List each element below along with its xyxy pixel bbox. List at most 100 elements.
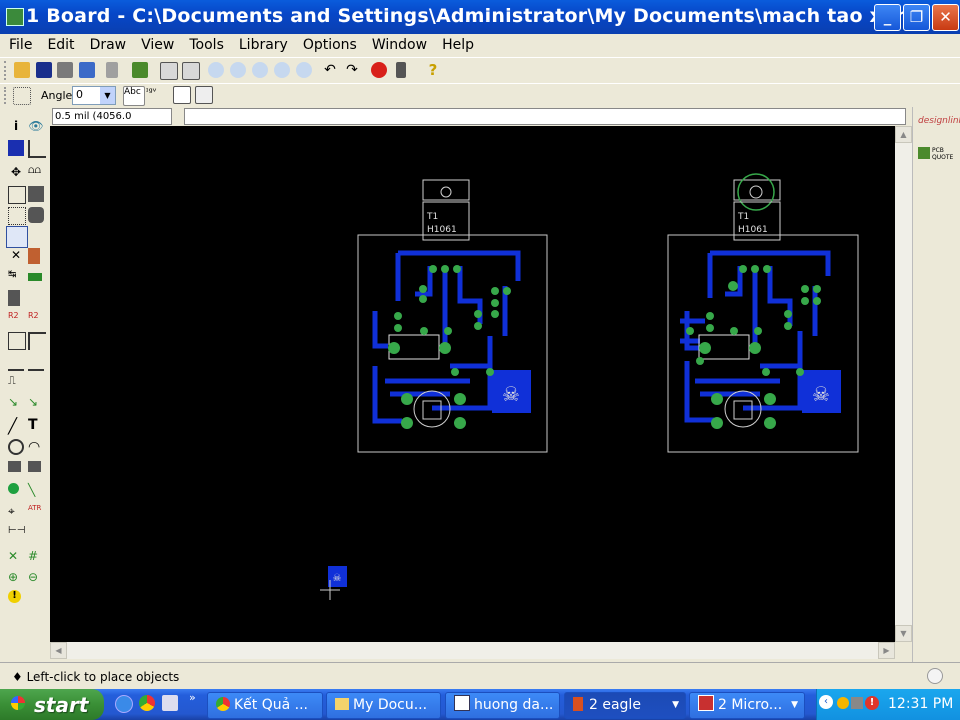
scr-icon[interactable]: [160, 62, 178, 80]
copy-icon[interactable]: ⩍⩍: [28, 165, 44, 181]
app-icon[interactable]: [6, 8, 24, 26]
task-microsoft[interactable]: 2 Micro... ▼: [689, 692, 805, 719]
go-icon[interactable]: [396, 62, 406, 78]
menu-draw[interactable]: Draw: [81, 34, 133, 53]
layout-left-icon[interactable]: [173, 86, 191, 104]
grid-icon[interactable]: [13, 87, 31, 105]
mark-icon[interactable]: [28, 140, 46, 158]
ie-icon[interactable]: [115, 695, 133, 713]
menu-edit[interactable]: Edit: [38, 34, 80, 53]
name-icon[interactable]: R2: [8, 311, 24, 327]
rect-icon[interactable]: [8, 461, 21, 472]
toolbar-grip[interactable]: [4, 87, 10, 104]
move-icon[interactable]: ✥: [8, 165, 24, 181]
help-icon[interactable]: ?: [425, 62, 441, 78]
pointer-tool-active[interactable]: [6, 226, 28, 248]
mirror-text-icon[interactable]: Abc: [123, 86, 145, 106]
stop-icon[interactable]: [371, 62, 387, 78]
task-eagle[interactable]: 2 eagle ▼: [564, 692, 686, 719]
group-icon[interactable]: [8, 207, 26, 225]
toolbar-grip[interactable]: [4, 61, 10, 80]
task-word[interactable]: huong da...: [445, 692, 560, 719]
smash-icon[interactable]: [8, 332, 26, 350]
clock[interactable]: 12:31 PM: [888, 696, 953, 712]
ulp-icon[interactable]: [182, 62, 200, 80]
pinswap-icon[interactable]: ↹: [8, 269, 24, 285]
attribute-icon[interactable]: ATR: [28, 504, 44, 520]
dimension-icon[interactable]: ⊢⊣: [8, 525, 25, 541]
mirror-icon[interactable]: [8, 186, 26, 204]
design-link-button[interactable]: designlink: [918, 117, 960, 126]
rotate-icon[interactable]: [28, 186, 44, 202]
command-input[interactable]: [184, 108, 906, 125]
circle-icon[interactable]: [8, 439, 24, 455]
value-icon[interactable]: R2: [28, 311, 44, 327]
polygon-icon[interactable]: [28, 461, 41, 472]
cam-icon[interactable]: [79, 62, 95, 78]
zoom-in-icon[interactable]: [230, 62, 246, 78]
save-icon[interactable]: [36, 62, 52, 78]
close-button[interactable]: ✕: [932, 4, 959, 31]
layout-right-icon[interactable]: [195, 86, 213, 104]
quicklaunch-icon[interactable]: [162, 695, 178, 711]
chrome-icon[interactable]: [139, 695, 155, 711]
title-bar[interactable]: 1 Board - C:\Documents and Settings\Admi…: [0, 0, 960, 34]
tray-smiley-icon[interactable]: [837, 697, 849, 709]
redraw-icon[interactable]: [274, 62, 290, 78]
horizontal-scrollbar[interactable]: ◀ ▶: [50, 642, 895, 659]
info-icon[interactable]: i: [8, 119, 24, 135]
ratsnest-icon[interactable]: ✕: [8, 549, 24, 565]
via-icon[interactable]: [8, 483, 19, 494]
board-canvas[interactable]: T1 H1061 ☠ T1 H1061 ☠ ☠: [50, 126, 895, 642]
menu-window[interactable]: Window: [363, 34, 433, 53]
menu-view[interactable]: View: [132, 34, 180, 53]
script-icon[interactable]: [106, 62, 118, 78]
spin-text-icon[interactable]: ᶦᵍᵛ: [146, 87, 162, 103]
menu-tools[interactable]: Tools: [180, 34, 230, 53]
angle-select[interactable]: 0 ▼: [72, 86, 116, 105]
tray-network-icon[interactable]: [851, 697, 863, 709]
scroll-up-icon[interactable]: ▲: [895, 126, 912, 143]
vertical-scrollbar[interactable]: ▲ ▼: [895, 126, 912, 642]
show-icon[interactable]: 👁: [28, 119, 44, 135]
pcb-quote-label[interactable]: PCB QUOTE: [932, 147, 957, 161]
menu-help[interactable]: Help: [433, 34, 480, 53]
hole-icon[interactable]: ⌖: [8, 504, 24, 520]
tray-expand-icon[interactable]: ‹: [819, 695, 833, 709]
tray-alert-icon[interactable]: !: [865, 696, 879, 710]
miter-icon[interactable]: [28, 332, 46, 350]
lock-icon[interactable]: [8, 290, 20, 306]
print-icon[interactable]: [57, 62, 73, 78]
menu-options[interactable]: Options: [294, 34, 363, 53]
wire-icon[interactable]: ╱: [8, 417, 24, 435]
errors-icon[interactable]: !: [8, 590, 21, 603]
chevron-icon[interactable]: »: [189, 691, 196, 704]
zoom-select-icon[interactable]: [296, 62, 312, 78]
scroll-down-icon[interactable]: ▼: [895, 625, 912, 642]
replace-icon[interactable]: [28, 273, 42, 281]
optimize-icon[interactable]: [28, 353, 44, 371]
start-button[interactable]: start: [0, 689, 104, 720]
minimize-button[interactable]: _: [874, 4, 901, 31]
text-icon[interactable]: T: [28, 417, 44, 433]
ripup-icon[interactable]: ↘: [28, 395, 44, 411]
task-chrome[interactable]: Kết Quả ...: [207, 692, 323, 719]
undo-icon[interactable]: ↶: [322, 62, 338, 78]
zoom-fit-icon[interactable]: [208, 62, 224, 78]
arc-icon[interactable]: ◠: [28, 439, 44, 455]
menu-file[interactable]: File: [0, 34, 38, 53]
open-icon[interactable]: [14, 62, 30, 78]
erc-icon[interactable]: ⊕: [8, 570, 24, 586]
split-icon[interactable]: [8, 353, 24, 371]
zoom-out-icon[interactable]: [252, 62, 268, 78]
change-icon[interactable]: [28, 207, 44, 223]
menu-library[interactable]: Library: [230, 34, 294, 53]
display-icon[interactable]: [8, 140, 24, 156]
meander-icon[interactable]: ⎍: [8, 374, 24, 390]
maximize-button[interactable]: ❐: [903, 4, 930, 31]
route-icon[interactable]: ↘: [8, 395, 24, 411]
scroll-left-icon[interactable]: ◀: [50, 642, 67, 659]
delete-icon[interactable]: ✕: [8, 248, 24, 264]
add-icon[interactable]: [28, 248, 40, 264]
auto-icon[interactable]: #: [28, 549, 44, 565]
